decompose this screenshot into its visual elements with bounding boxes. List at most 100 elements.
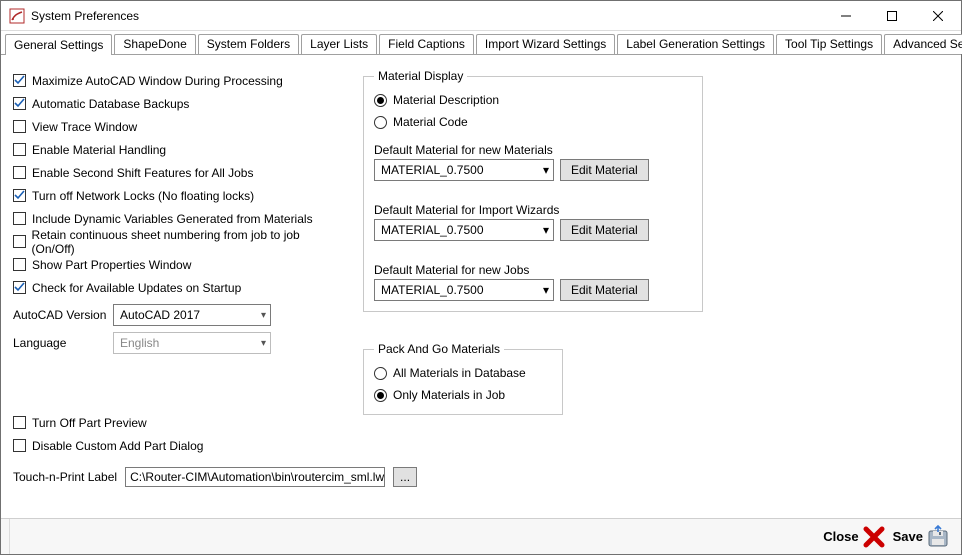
- default-new-jobs-row: MATERIAL_0.7500 ▾ Edit Material: [374, 279, 692, 301]
- check-label: View Trace Window: [32, 120, 137, 134]
- autocad-version-row: AutoCAD Version AutoCAD 2017 ▾: [13, 303, 333, 327]
- touch-n-print-input[interactable]: C:\Router-CIM\Automation\bin\routercim_s…: [125, 467, 385, 487]
- save-disk-icon: [925, 524, 951, 550]
- check-view-trace[interactable]: View Trace Window: [13, 115, 333, 138]
- save-label: Save: [893, 529, 923, 544]
- check-turn-off-preview[interactable]: Turn Off Part Preview: [13, 411, 333, 434]
- radio-only-materials-in-job[interactable]: Only Materials in Job: [374, 384, 552, 406]
- default-import-row: MATERIAL_0.7500 ▾ Edit Material: [374, 219, 692, 241]
- check-second-shift[interactable]: Enable Second Shift Features for All Job…: [13, 161, 333, 184]
- tab-label-generation-settings[interactable]: Label Generation Settings: [617, 34, 774, 54]
- maximize-button[interactable]: [869, 1, 915, 30]
- bottom-checks: Turn Off Part Preview Disable Custom Add…: [13, 411, 333, 457]
- tab-general-settings[interactable]: General Settings: [5, 34, 112, 55]
- window-title: System Preferences: [31, 9, 823, 23]
- language-select[interactable]: English ▾: [113, 332, 271, 354]
- window-controls: [823, 1, 961, 30]
- check-updates-startup[interactable]: Check for Available Updates on Startup: [13, 276, 333, 299]
- material-display-legend: Material Display: [374, 69, 467, 83]
- default-import-select[interactable]: MATERIAL_0.7500 ▾: [374, 219, 554, 241]
- radio-material-description[interactable]: Material Description: [374, 89, 692, 111]
- checkbox-icon: [13, 97, 26, 110]
- touch-n-print-value: C:\Router-CIM\Automation\bin\routercim_s…: [130, 470, 385, 484]
- edit-material-button[interactable]: Edit Material: [560, 219, 649, 241]
- checkbox-icon: [13, 439, 26, 452]
- chevron-down-icon: ▾: [261, 338, 266, 349]
- check-label: Enable Second Shift Features for All Job…: [32, 166, 253, 180]
- minimize-button[interactable]: [823, 1, 869, 30]
- check-label: Check for Available Updates on Startup: [32, 281, 241, 295]
- close-button[interactable]: [915, 1, 961, 30]
- radio-label: Material Code: [393, 115, 468, 129]
- language-row: Language English ▾: [13, 331, 333, 355]
- checkbox-icon: [13, 235, 26, 248]
- checkbox-icon: [13, 281, 26, 294]
- check-auto-backups[interactable]: Automatic Database Backups: [13, 92, 333, 115]
- checkbox-icon: [13, 212, 26, 225]
- tab-bar: General Settings ShapeDone System Folder…: [1, 33, 961, 55]
- close-x-icon: [861, 524, 887, 550]
- tab-content: Maximize AutoCAD Window During Processin…: [1, 55, 961, 518]
- select-value: English: [120, 336, 159, 350]
- check-maximize-autocad[interactable]: Maximize AutoCAD Window During Processin…: [13, 69, 333, 92]
- edit-material-button[interactable]: Edit Material: [560, 279, 649, 301]
- window: System Preferences General Settings Shap…: [0, 0, 962, 555]
- close-action[interactable]: Close: [821, 522, 888, 552]
- tab-import-wizard-settings[interactable]: Import Wizard Settings: [476, 34, 615, 54]
- check-no-floating-locks[interactable]: Turn off Network Locks (No floating lock…: [13, 184, 333, 207]
- check-sheet-numbering[interactable]: Retain continuous sheet numbering from j…: [13, 230, 333, 253]
- edit-material-button[interactable]: Edit Material: [560, 159, 649, 181]
- chevron-down-icon: ▾: [543, 283, 549, 297]
- check-label: Turn off Network Locks (No floating lock…: [32, 189, 254, 203]
- default-new-materials-select[interactable]: MATERIAL_0.7500 ▾: [374, 159, 554, 181]
- checkbox-icon: [13, 258, 26, 271]
- default-import-label: Default Material for Import Wizards: [374, 203, 692, 217]
- check-material-handling[interactable]: Enable Material Handling: [13, 138, 333, 161]
- tab-tool-tip-settings[interactable]: Tool Tip Settings: [776, 34, 882, 54]
- check-part-properties[interactable]: Show Part Properties Window: [13, 253, 333, 276]
- tab-system-folders[interactable]: System Folders: [198, 34, 299, 54]
- radio-icon: [374, 94, 387, 107]
- check-label: Maximize AutoCAD Window During Processin…: [32, 74, 283, 88]
- radio-label: Material Description: [393, 93, 499, 107]
- checkbox-icon: [13, 416, 26, 429]
- radio-icon: [374, 389, 387, 402]
- chevron-down-icon: ▾: [261, 310, 266, 321]
- check-label: Turn Off Part Preview: [32, 416, 147, 430]
- checkbox-icon: [13, 120, 26, 133]
- select-value: MATERIAL_0.7500: [381, 283, 484, 297]
- check-disable-custom-add[interactable]: Disable Custom Add Part Dialog: [13, 434, 333, 457]
- close-label: Close: [823, 529, 858, 544]
- save-action[interactable]: Save: [891, 522, 953, 552]
- default-new-jobs-label: Default Material for new Jobs: [374, 263, 692, 277]
- select-value: MATERIAL_0.7500: [381, 163, 484, 177]
- status-separator: [9, 519, 13, 554]
- radio-icon: [374, 116, 387, 129]
- radio-all-materials[interactable]: All Materials in Database: [374, 362, 552, 384]
- check-label: Show Part Properties Window: [32, 258, 191, 272]
- checkbox-icon: [13, 189, 26, 202]
- touch-n-print-label: Touch-n-Print Label: [13, 470, 117, 484]
- autocad-version-select[interactable]: AutoCAD 2017 ▾: [113, 304, 271, 326]
- tab-shapedone[interactable]: ShapeDone: [114, 34, 195, 54]
- radio-icon: [374, 367, 387, 380]
- radio-label: All Materials in Database: [393, 366, 526, 380]
- default-new-jobs-select[interactable]: MATERIAL_0.7500 ▾: [374, 279, 554, 301]
- check-label: Retain continuous sheet numbering from j…: [32, 228, 333, 256]
- radio-material-code[interactable]: Material Code: [374, 111, 692, 133]
- select-value: MATERIAL_0.7500: [381, 223, 484, 237]
- checkbox-icon: [13, 166, 26, 179]
- check-label: Disable Custom Add Part Dialog: [32, 439, 203, 453]
- tab-field-captions[interactable]: Field Captions: [379, 34, 474, 54]
- default-new-materials-row: MATERIAL_0.7500 ▾ Edit Material: [374, 159, 692, 181]
- tab-advanced-settings[interactable]: Advanced Settings: [884, 34, 962, 54]
- chevron-down-icon: ▾: [543, 163, 549, 177]
- check-label: Enable Material Handling: [32, 143, 166, 157]
- status-bar: Close Save: [1, 518, 961, 554]
- select-value: AutoCAD 2017: [120, 308, 200, 322]
- check-label: Automatic Database Backups: [32, 97, 189, 111]
- tab-layer-lists[interactable]: Layer Lists: [301, 34, 377, 54]
- radio-label: Only Materials in Job: [393, 388, 505, 402]
- titlebar: System Preferences: [1, 1, 961, 31]
- checkbox-icon: [13, 74, 26, 87]
